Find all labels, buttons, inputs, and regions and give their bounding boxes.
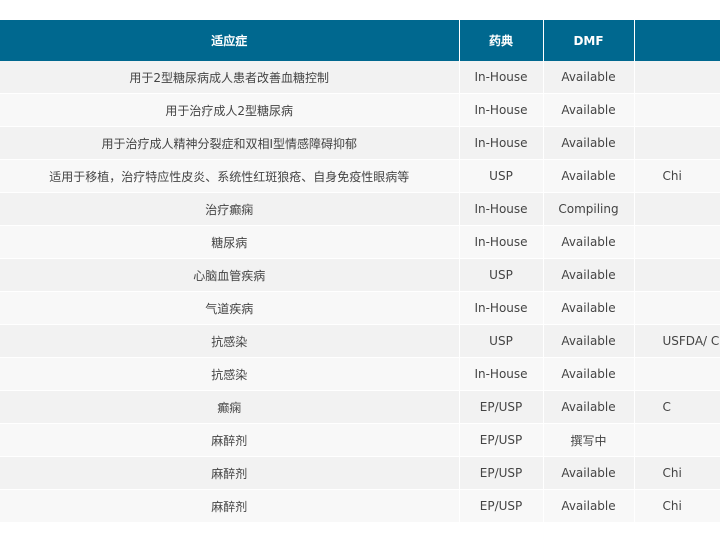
cell-dmf: Available bbox=[543, 489, 635, 523]
cell-dmf: Available bbox=[543, 258, 635, 292]
cell-pharmacopoeia: EP/USP bbox=[459, 489, 544, 523]
cell-extra bbox=[634, 93, 720, 127]
product-table: 适应症 药典 DMF 用于2型糖尿病成人患者改善血糖控制 In-House Avai… bbox=[0, 20, 720, 523]
cell-dmf: Available bbox=[543, 291, 635, 325]
header-extra bbox=[634, 20, 720, 61]
table-row: 糖尿病 In-House Available bbox=[0, 225, 720, 259]
cell-indication: 糖尿病 bbox=[0, 225, 460, 259]
cell-dmf: Available bbox=[543, 225, 635, 259]
header-pharmacopoeia: 药典 bbox=[459, 20, 544, 61]
cell-indication: 抗感染 bbox=[0, 324, 460, 358]
cell-pharmacopoeia: USP bbox=[459, 258, 544, 292]
cell-pharmacopoeia: In-House bbox=[459, 93, 544, 127]
table-row: 抗感染 USP Available USFDA/ Cl bbox=[0, 324, 720, 358]
table-row: 抗感染 In-House Available bbox=[0, 357, 720, 391]
cell-dmf: 撰写中 bbox=[543, 423, 635, 457]
cell-extra bbox=[634, 258, 720, 292]
cell-indication: 治疗癫痫 bbox=[0, 192, 460, 226]
cell-extra bbox=[634, 225, 720, 259]
cell-pharmacopoeia: EP/USP bbox=[459, 390, 544, 424]
cell-pharmacopoeia: In-House bbox=[459, 225, 544, 259]
cell-pharmacopoeia: EP/USP bbox=[459, 423, 544, 457]
table-row: 适用于移植，治疗特应性皮炎、系统性红斑狼疮、自身免疫性眼病等 USP Availab… bbox=[0, 159, 720, 193]
cell-indication: 心脑血管疾病 bbox=[0, 258, 460, 292]
cell-extra: Chi bbox=[634, 159, 720, 193]
table-row: 用于治疗成人2型糖尿病 In-House Available bbox=[0, 93, 720, 127]
table-row: 治疗癫痫 In-House Compiling bbox=[0, 192, 720, 226]
cell-extra: Chi bbox=[634, 489, 720, 523]
table-row: 麻醉剂 EP/USP Available Chi bbox=[0, 489, 720, 523]
cell-dmf: Available bbox=[543, 324, 635, 358]
table-row: 用于2型糖尿病成人患者改善血糖控制 In-House Available bbox=[0, 61, 720, 94]
cell-dmf: Available bbox=[543, 126, 635, 160]
cell-dmf: Available bbox=[543, 159, 635, 193]
cell-extra bbox=[634, 61, 720, 94]
cell-extra: C bbox=[634, 390, 720, 424]
product-table-container: 适应症 药典 DMF 用于2型糖尿病成人患者改善血糖控制 In-House Avai… bbox=[0, 20, 720, 523]
table-header: 适应症 药典 DMF bbox=[0, 20, 720, 61]
cell-pharmacopoeia: USP bbox=[459, 159, 544, 193]
cell-indication: 麻醉剂 bbox=[0, 489, 460, 523]
table-row: 心脑血管疾病 USP Available bbox=[0, 258, 720, 292]
table-body: 用于2型糖尿病成人患者改善血糖控制 In-House Available 用于治疗成人… bbox=[0, 61, 720, 523]
cell-indication: 用于2型糖尿病成人患者改善血糖控制 bbox=[0, 61, 460, 94]
cell-indication: 麻醉剂 bbox=[0, 456, 460, 490]
cell-pharmacopoeia: In-House bbox=[459, 357, 544, 391]
cell-indication: 气道疾病 bbox=[0, 291, 460, 325]
cell-extra: USFDA/ Cl bbox=[634, 324, 720, 358]
table-row: 用于治疗成人精神分裂症和双相I型情感障碍抑郁 In-House Available bbox=[0, 126, 720, 160]
cell-indication: 适用于移植，治疗特应性皮炎、系统性红斑狼疮、自身免疫性眼病等 bbox=[0, 159, 460, 193]
cell-pharmacopoeia: In-House bbox=[459, 192, 544, 226]
table-row: 麻醉剂 EP/USP Available Chi bbox=[0, 456, 720, 490]
header-indication: 适应症 bbox=[0, 20, 460, 61]
cell-pharmacopoeia: In-House bbox=[459, 61, 544, 94]
cell-extra bbox=[634, 357, 720, 391]
header-dmf: DMF bbox=[543, 20, 635, 61]
cell-dmf: Available bbox=[543, 456, 635, 490]
cell-extra bbox=[634, 291, 720, 325]
cell-dmf: Compiling bbox=[543, 192, 635, 226]
cell-dmf: Available bbox=[543, 61, 635, 94]
cell-pharmacopoeia: In-House bbox=[459, 291, 544, 325]
cell-pharmacopoeia: USP bbox=[459, 324, 544, 358]
cell-dmf: Available bbox=[543, 357, 635, 391]
cell-dmf: Available bbox=[543, 390, 635, 424]
header-row: 适应症 药典 DMF bbox=[0, 20, 720, 61]
table-row: 气道疾病 In-House Available bbox=[0, 291, 720, 325]
cell-extra bbox=[634, 192, 720, 226]
cell-indication: 抗感染 bbox=[0, 357, 460, 391]
cell-extra: Chi bbox=[634, 456, 720, 490]
cell-extra bbox=[634, 126, 720, 160]
cell-dmf: Available bbox=[543, 93, 635, 127]
cell-extra bbox=[634, 423, 720, 457]
cell-indication: 用于治疗成人2型糖尿病 bbox=[0, 93, 460, 127]
cell-pharmacopoeia: In-House bbox=[459, 126, 544, 160]
table-row: 癫痫 EP/USP Available C bbox=[0, 390, 720, 424]
cell-indication: 癫痫 bbox=[0, 390, 460, 424]
cell-pharmacopoeia: EP/USP bbox=[459, 456, 544, 490]
table-row: 麻醉剂 EP/USP 撰写中 bbox=[0, 423, 720, 457]
cell-indication: 麻醉剂 bbox=[0, 423, 460, 457]
cell-indication: 用于治疗成人精神分裂症和双相I型情感障碍抑郁 bbox=[0, 126, 460, 160]
